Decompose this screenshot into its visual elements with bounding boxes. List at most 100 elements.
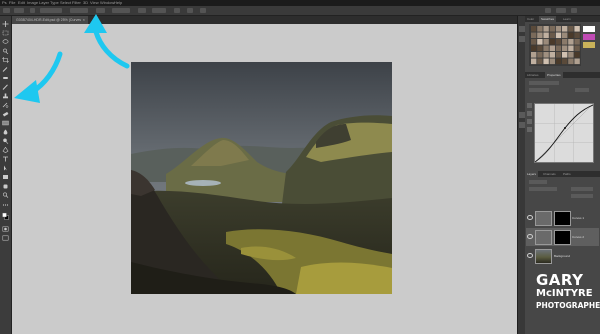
swatch-cell[interactable] — [537, 58, 543, 65]
swatch-cell[interactable] — [574, 39, 580, 45]
swatch-cell[interactable] — [543, 32, 549, 39]
history-brush-tool-icon[interactable] — [2, 102, 9, 108]
preset-dropdown[interactable] — [529, 81, 559, 85]
swatch-cell[interactable] — [574, 52, 580, 58]
mode-dropdown[interactable] — [40, 8, 62, 13]
smoothing-field[interactable] — [152, 8, 166, 13]
swatch-magenta[interactable] — [583, 34, 595, 40]
brush-size-picker[interactable] — [14, 8, 24, 13]
move-tool-icon[interactable] — [2, 21, 9, 27]
clone-stamp-tool-icon[interactable] — [2, 93, 9, 99]
swatch-cell[interactable] — [549, 45, 555, 52]
swatch-cell[interactable] — [568, 32, 574, 39]
fill-field[interactable] — [571, 194, 593, 198]
swatch-cell[interactable] — [568, 39, 574, 45]
tab-color[interactable]: Color — [525, 16, 536, 22]
swatch-cell[interactable] — [531, 32, 537, 39]
hand-tool-icon[interactable] — [2, 183, 9, 189]
crop-tool-icon[interactable] — [2, 57, 9, 63]
swatch-cell[interactable] — [537, 32, 543, 39]
on-image-adjust-icon[interactable] — [527, 103, 532, 108]
swatch-cell[interactable] — [568, 58, 574, 65]
tab-channels[interactable]: Channels — [541, 171, 558, 177]
gradient-tool-icon[interactable] — [2, 120, 9, 126]
auto-button[interactable] — [575, 88, 589, 92]
tab-paths[interactable]: Paths — [561, 171, 573, 177]
layer-filter-dropdown[interactable] — [529, 180, 547, 184]
eraser-tool-icon[interactable] — [2, 111, 9, 117]
white-point-eyedropper-icon[interactable] — [527, 127, 532, 132]
channel-dropdown[interactable] — [529, 88, 549, 92]
swatch-cell[interactable] — [574, 58, 580, 65]
layer-row-curves-2[interactable]: Curves 2 — [526, 228, 599, 246]
swatch-white[interactable] — [583, 26, 595, 32]
blend-mode-dropdown[interactable] — [529, 187, 557, 191]
swatch-cell[interactable] — [549, 52, 555, 58]
dodge-tool-icon[interactable] — [2, 138, 9, 144]
layer-row-curves-1[interactable]: Curves 1 — [526, 209, 599, 227]
visibility-eye-icon[interactable] — [527, 234, 533, 239]
black-point-eyedropper-icon[interactable] — [527, 111, 532, 116]
foreground-background-color-swatch[interactable] — [2, 212, 9, 221]
swatch-cell[interactable] — [555, 26, 562, 32]
pressure-opacity-button[interactable] — [96, 8, 105, 13]
swatch-cell[interactable] — [537, 45, 543, 52]
swatch-cell[interactable] — [555, 39, 562, 45]
swatch-cell[interactable] — [531, 52, 537, 58]
swatch-cell[interactable] — [549, 26, 555, 32]
swatch-cell[interactable] — [549, 58, 555, 65]
tab-learn[interactable]: Learn — [561, 16, 573, 22]
brush-settings-button[interactable] — [30, 8, 35, 13]
airbrush-button[interactable] — [138, 8, 146, 13]
marquee-tool-icon[interactable] — [2, 30, 9, 36]
swatch-cell[interactable] — [531, 39, 537, 45]
pressure-size-button[interactable] — [187, 8, 193, 13]
path-selection-tool-icon[interactable] — [2, 165, 9, 171]
swatch-cell[interactable] — [549, 32, 555, 39]
swatch-cell[interactable] — [537, 26, 543, 32]
search-icon[interactable] — [545, 8, 551, 13]
eyedropper-tool-icon[interactable] — [2, 66, 9, 72]
gray-point-eyedropper-icon[interactable] — [527, 119, 532, 124]
document-image[interactable] — [131, 62, 392, 294]
pen-tool-icon[interactable] — [2, 147, 9, 153]
more-tools-icon[interactable] — [2, 202, 9, 208]
visibility-eye-icon[interactable] — [527, 215, 533, 220]
swatch-cell[interactable] — [562, 39, 568, 45]
swatch-cell[interactable] — [531, 45, 537, 52]
swatch-cell[interactable] — [562, 52, 568, 58]
layer-row-background[interactable]: Background — [526, 247, 599, 265]
opacity-field[interactable] — [571, 187, 593, 191]
layer-mask-thumbnail[interactable] — [554, 211, 571, 226]
layer-mask-thumbnail[interactable] — [554, 230, 571, 245]
swatch-cell[interactable] — [562, 26, 568, 32]
swatch-cell[interactable] — [531, 26, 537, 32]
zoom-tool-icon[interactable] — [2, 192, 9, 198]
tab-swatches[interactable]: Swatches — [539, 16, 557, 22]
swatch-cell[interactable] — [562, 32, 568, 39]
quick-mask-icon[interactable] — [2, 226, 9, 232]
screen-mode-icon[interactable] — [2, 235, 9, 241]
tab-libraries[interactable]: Libraries — [525, 72, 541, 78]
blur-tool-icon[interactable] — [2, 129, 9, 135]
swatch-cell[interactable] — [555, 32, 562, 39]
swatch-cell[interactable] — [562, 45, 568, 52]
healing-brush-tool-icon[interactable] — [2, 75, 9, 81]
type-tool-icon[interactable] — [2, 156, 9, 162]
share-icon[interactable] — [571, 8, 577, 13]
swatch-cell[interactable] — [537, 39, 543, 45]
swatch-gold[interactable] — [583, 42, 595, 48]
close-tab-icon[interactable]: × — [83, 16, 85, 24]
swatch-cell[interactable] — [543, 52, 549, 58]
tab-layers[interactable]: Layers — [525, 171, 539, 177]
swatch-cell[interactable] — [568, 26, 574, 32]
tab-properties[interactable]: Properties — [545, 72, 563, 78]
swatch-cell[interactable] — [543, 45, 549, 52]
swatch-cell[interactable] — [555, 45, 562, 52]
swatch-cell[interactable] — [574, 32, 580, 39]
swatch-cell[interactable] — [574, 26, 580, 32]
swatch-cell[interactable] — [531, 58, 537, 65]
swatch-cell[interactable] — [555, 52, 562, 58]
lasso-tool-icon[interactable] — [2, 39, 9, 45]
brush-tool-icon[interactable] — [2, 84, 9, 90]
